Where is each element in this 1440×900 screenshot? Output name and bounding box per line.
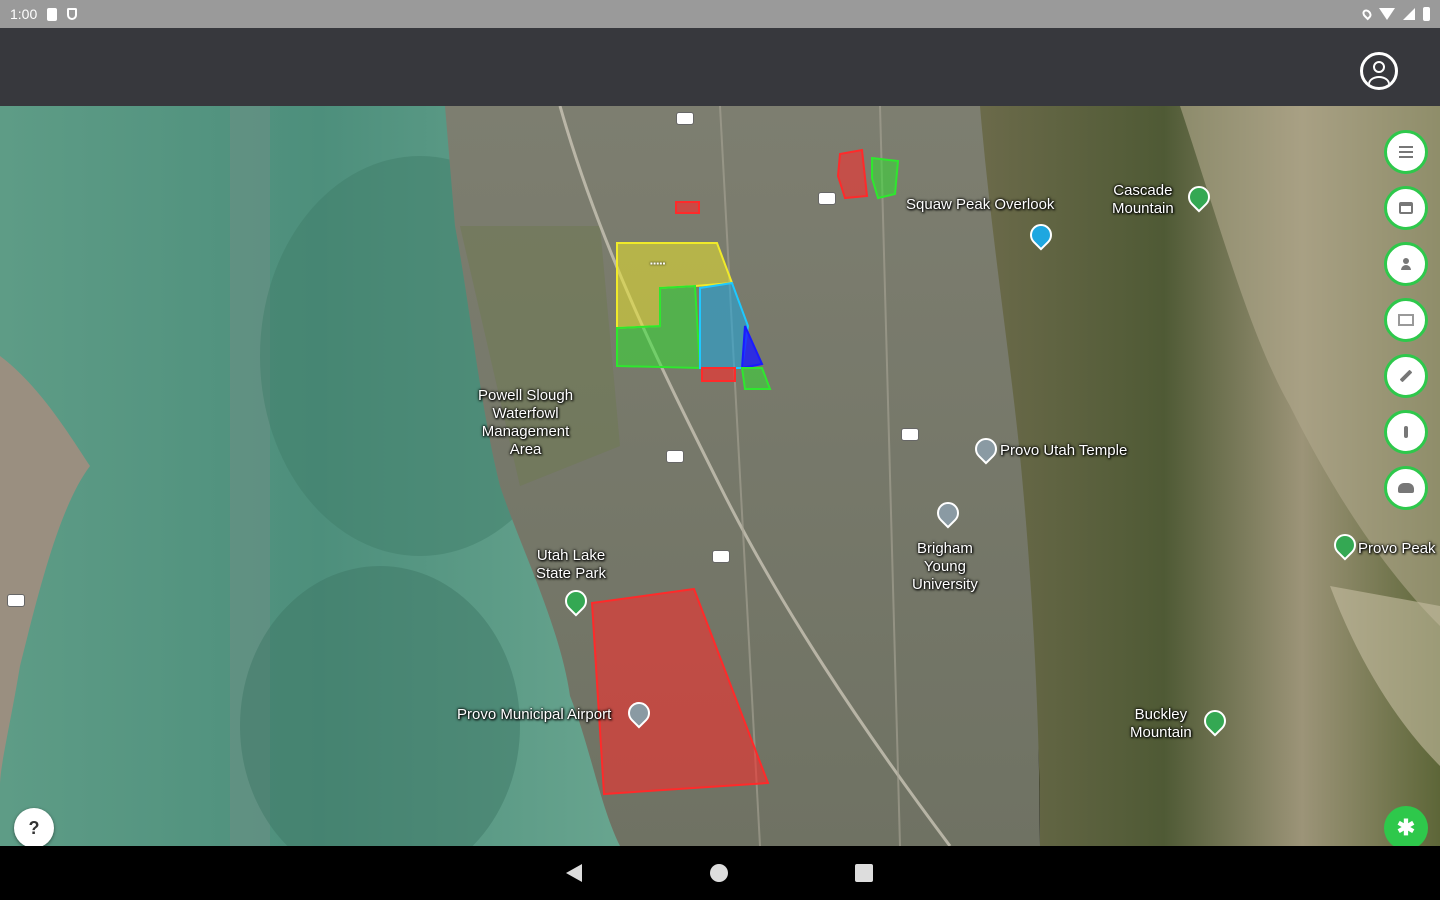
poi-label-cascade[interactable]: Cascade Mountain [1112,182,1174,218]
poi-label-utah-lake[interactable]: Utah Lake State Park [536,547,606,583]
info-button[interactable] [1384,410,1428,454]
poi-label-airport[interactable]: Provo Municipal Airport [457,706,611,724]
interstate-shield [666,450,684,463]
status-time: 1:00 [10,6,38,22]
draw-button[interactable] [1384,354,1428,398]
status-right [1360,7,1430,21]
status-left: 1:00 [10,6,78,22]
poi-label-powell-slough[interactable]: Powell Slough Waterfowl Management Area [478,387,573,459]
highway-shield [676,112,694,125]
recents-icon[interactable] [855,864,873,882]
location-icon [1360,7,1374,21]
group-button[interactable] [1384,466,1428,510]
status-bar: 1:00 [0,0,1440,28]
map-button[interactable] [1384,298,1428,342]
navigation-bar [0,846,1440,900]
zone-label: ▪▪▪▪▪ [650,259,666,268]
calendar-button[interactable] [1384,186,1428,230]
help-button[interactable]: ? [14,808,54,848]
poi-label-byu[interactable]: Brigham Young University [912,540,978,594]
person-icon [1401,258,1411,270]
asterisk-icon: ✱ [1396,815,1416,840]
highway-shield [712,550,730,563]
poi-label-temple[interactable]: Provo Utah Temple [1000,442,1127,460]
home-icon[interactable] [710,864,728,882]
map-icon [1398,314,1414,326]
battery-icon [1423,7,1430,21]
account-circle-icon [1373,61,1385,73]
map-view[interactable]: ▪▪▪▪▪ Squaw Peak Overlook Cascade Mounta… [0,106,1440,846]
satellite-map [0,106,1440,846]
highway-shield [818,192,836,205]
sd-card-icon [47,7,58,21]
list-icon [1399,146,1413,158]
poi-label-buckley[interactable]: Buckley Mountain [1130,706,1192,742]
cell-signal-icon [1403,8,1415,20]
highway-shield [901,428,919,441]
shield-icon [67,8,78,20]
highway-shield [7,594,25,607]
group-icon [1398,483,1414,493]
poi-label-squaw-peak[interactable]: Squaw Peak Overlook [906,196,1054,214]
app-bar [0,28,1440,106]
account-button[interactable] [1360,52,1398,90]
info-icon [1404,426,1408,438]
calendar-icon [1399,202,1413,214]
person-button[interactable] [1384,242,1428,286]
account-shoulders [1368,76,1390,87]
action-fab[interactable]: ✱ [1384,806,1428,850]
list-button[interactable] [1384,130,1428,174]
poi-label-provo-peak[interactable]: Provo Peak [1358,540,1436,558]
wifi-icon [1379,8,1395,20]
pencil-icon [1399,369,1413,383]
back-icon[interactable] [566,864,582,882]
